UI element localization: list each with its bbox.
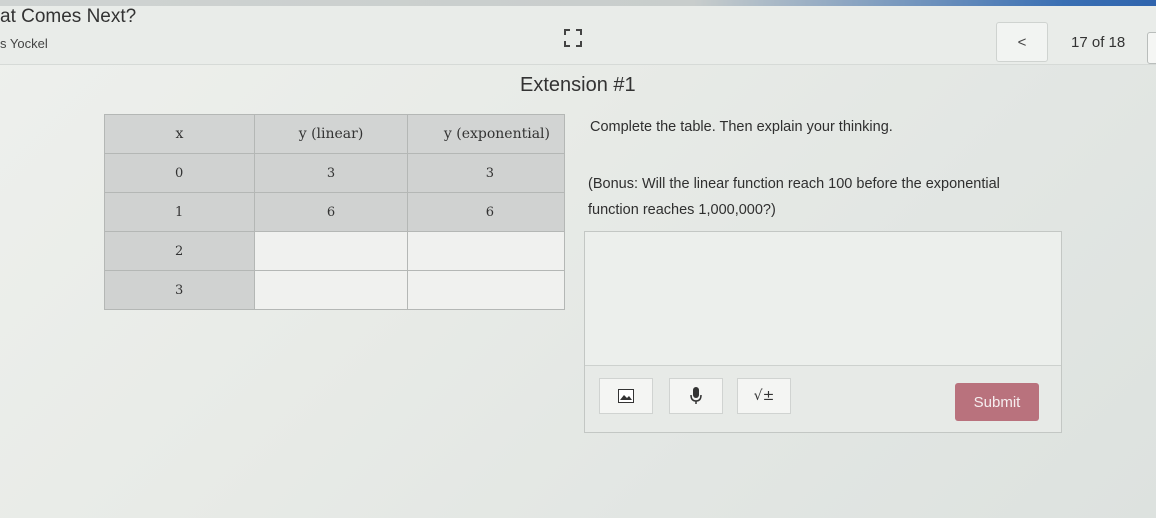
table-row: 0 3 3 (104, 153, 565, 193)
page-counter: 17 of 18 (1071, 34, 1126, 51)
math-input-button[interactable]: √± (737, 378, 791, 414)
cell-linear-input[interactable] (254, 270, 408, 310)
insert-image-button[interactable] (599, 378, 653, 414)
table-row: 1 6 6 (104, 192, 565, 232)
cell-x: 3 (104, 270, 255, 310)
cell-exponential: 6 (407, 192, 565, 232)
bonus-line-1: (Bonus: Will the linear function reach 1… (588, 176, 1000, 192)
cell-linear: 6 (254, 192, 408, 232)
cell-x: 1 (104, 192, 255, 232)
table-header-row: x y (linear) y (exponential) (104, 114, 565, 154)
image-icon (618, 389, 634, 403)
cell-exponential-input[interactable] (407, 270, 565, 310)
submit-button[interactable]: Submit (955, 383, 1039, 421)
app-title: at Comes Next? (0, 6, 137, 27)
expand-icon[interactable] (563, 28, 583, 48)
previous-slide-button[interactable]: < (996, 22, 1048, 62)
chevron-left-icon: < (1017, 33, 1027, 51)
response-panel: √± Submit (584, 231, 1062, 433)
bonus-question: (Bonus: Will the linear function reach 1… (588, 171, 1068, 223)
column-header-exponential: y (exponential) (407, 114, 565, 154)
cell-linear: 3 (254, 153, 408, 193)
cell-x: 0 (104, 153, 255, 193)
record-audio-button[interactable] (669, 378, 723, 414)
column-header-x: x (104, 114, 255, 154)
function-table: x y (linear) y (exponential) 0 3 3 1 6 6… (104, 114, 565, 310)
slide-title: Extension #1 (520, 74, 636, 96)
cell-linear-input[interactable] (254, 231, 408, 271)
author-name: s Yockel (0, 36, 48, 51)
bonus-line-2: function reaches 1,000,000?) (588, 202, 776, 218)
next-slide-button[interactable] (1147, 32, 1156, 64)
cell-exponential-input[interactable] (407, 231, 565, 271)
question-prompt: Complete the table. Then explain your th… (590, 119, 893, 135)
cell-x: 2 (104, 231, 255, 271)
answer-text-area[interactable] (585, 232, 1061, 366)
header: at Comes Next? s Yockel < 17 of 18 (0, 6, 1156, 65)
column-header-linear: y (linear) (254, 114, 408, 154)
math-icon: √± (753, 388, 775, 404)
microphone-icon (690, 387, 702, 404)
table-row: 3 (104, 270, 565, 310)
cell-exponential: 3 (407, 153, 565, 193)
table-row: 2 (104, 231, 565, 271)
